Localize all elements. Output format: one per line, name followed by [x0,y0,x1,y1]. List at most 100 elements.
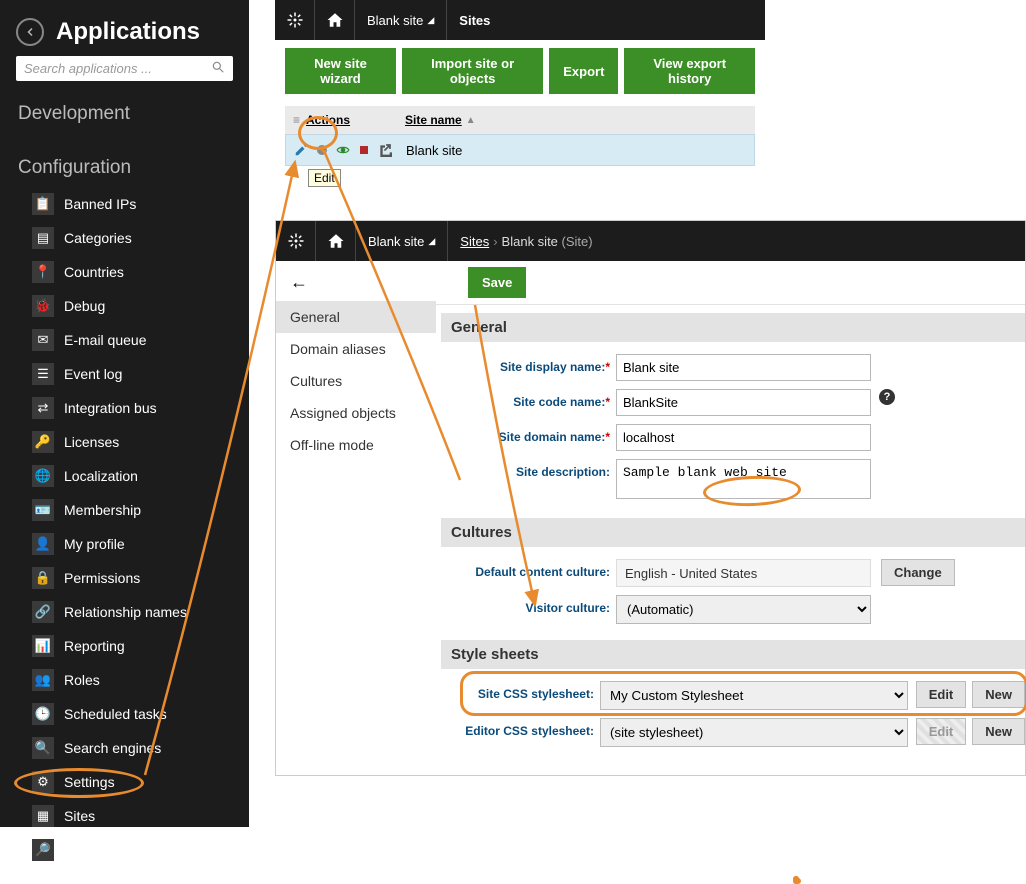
sidebar-item-localization[interactable]: 🌐Localization [0,459,249,493]
search-input-wrap[interactable] [16,56,233,81]
section-stylesheets: Style sheets [441,640,1025,669]
lbl-editor-css: Editor CSS stylesheet: [465,724,594,738]
inp-code-name[interactable] [616,389,871,416]
sidebar-item-relationship-names[interactable]: 🔗Relationship names [0,595,249,629]
export-button[interactable]: Export [549,48,618,94]
col-sitename[interactable]: Site name [405,113,462,127]
nav-icon: ▦ [32,805,54,827]
sidebar-item-roles[interactable]: 👥Roles [0,663,249,697]
sidebar-item-settings[interactable]: ⚙Settings [0,765,249,799]
sidebar-item-label: Permissions [64,570,140,586]
edit-icon[interactable] [294,143,308,157]
hamburger-icon[interactable]: ≡ [293,113,300,127]
sidebar-item-label: Banned IPs [64,196,136,212]
logo-icon[interactable] [276,221,316,261]
new-editor-css-button[interactable]: New [972,718,1025,745]
new-site-wizard-button[interactable]: New site wizard [285,48,396,94]
sidebar-item-banned-ips[interactable]: 📋 Banned IPs [0,187,249,221]
home-icon[interactable] [315,0,355,40]
nav-icon: 📋 [32,193,54,215]
nav-icon: 🌐 [32,465,54,487]
sidebar-category-config: Configuration [0,149,249,187]
nav-icon: ☰ [32,363,54,385]
export-icon[interactable] [378,143,392,157]
sidebar-item-e-mail-queue[interactable]: ✉E-mail queue [0,323,249,357]
nav-icon: 🔑 [32,431,54,453]
section-cultures: Cultures [441,518,1025,547]
site-selector[interactable]: Blank site◢ [356,221,448,261]
tab-assigned-objects[interactable]: Assigned objects [276,397,436,429]
tab-cultures[interactable]: Cultures [276,365,436,397]
back-button[interactable] [16,18,44,46]
sidebar-item-my-profile[interactable]: 👤My profile [0,527,249,561]
breadcrumb-sites-link[interactable]: Sites [460,234,489,249]
sidebar-item-smart-search[interactable]: 🔎Smart search [0,833,249,867]
site-edit-panel: Blank site◢ Sites › Blank site (Site) ← … [275,220,1026,776]
highlight-css-box [795,878,801,884]
import-button[interactable]: Import site or objects [402,48,543,94]
sidebar-item-label: Event log [64,366,122,382]
chevron-right-icon: › [493,234,497,249]
sidebar-item-integration-bus[interactable]: ⇄Integration bus [0,391,249,425]
lbl-code-name: Site code name: [513,395,605,409]
sidebar-item-label: Membership [64,502,141,518]
nav-icon: 🐞 [32,295,54,317]
edit-css-button[interactable]: Edit [916,681,967,708]
export-history-button[interactable]: View export history [624,48,755,94]
sidebar-item-membership[interactable]: 🪪Membership [0,493,249,527]
tab-general[interactable]: General [276,301,436,333]
nav-icon: ▤ [32,227,54,249]
lbl-default-culture: Default content culture: [475,565,610,579]
delete-icon[interactable] [316,144,328,156]
inp-display-name[interactable] [616,354,871,381]
back-arrow[interactable]: ← [290,272,328,293]
logo-icon[interactable] [275,0,315,40]
nav-icon: 🕒 [32,703,54,725]
sidebar-category-dev: Development [0,95,249,133]
sel-site-css[interactable]: My Custom Stylesheet [600,681,908,710]
sidebar-item-permissions[interactable]: 🔒Permissions [0,561,249,595]
table-row: Blank site Edit [285,134,755,166]
search-input[interactable] [24,61,211,76]
lbl-visitor-culture: Visitor culture: [526,601,610,615]
stop-icon[interactable] [358,144,370,156]
sidebar-item-label: Debug [64,298,105,314]
lbl-domain: Site domain name: [499,430,606,444]
info-icon[interactable]: ? [879,389,895,405]
sort-asc-icon: ▲ [466,115,476,126]
tab-domain-aliases[interactable]: Domain aliases [276,333,436,365]
sidebar-item-label: Search engines [64,740,161,756]
sidebar-item-categories[interactable]: ▤Categories [0,221,249,255]
sidebar-item-countries[interactable]: 📍Countries [0,255,249,289]
edit-editor-css-button: Edit [916,718,967,745]
lbl-site-css: Site CSS stylesheet: [478,687,594,701]
new-css-button[interactable]: New [972,681,1025,708]
inp-description[interactable] [616,459,871,499]
save-button[interactable]: Save [468,267,526,298]
nav-icon: ✉ [32,329,54,351]
eye-icon[interactable] [336,143,350,157]
sidebar-item-scheduled-tasks[interactable]: 🕒Scheduled tasks [0,697,249,731]
sel-visitor-culture[interactable]: (Automatic) [616,595,871,624]
col-actions[interactable]: Actions [306,113,350,127]
sidebar-item-sites[interactable]: ▦ Sites [0,799,249,833]
inp-domain[interactable] [616,424,871,451]
change-button[interactable]: Change [881,559,955,586]
home-icon[interactable] [316,221,356,261]
search-icon [211,60,225,77]
breadcrumb-current: Blank site [502,234,558,249]
sidebar-item-debug[interactable]: 🐞 Debug [0,289,249,323]
sidebar-item-licenses[interactable]: 🔑 Licenses [0,425,249,459]
sel-editor-css[interactable]: (site stylesheet) [600,718,908,747]
sidebar-item-label: Smart search [64,842,147,858]
sidebar-item-label: Settings [64,774,115,790]
sidebar-item-label: Sites [64,808,95,824]
sites-list-panel: Blank site◢ Sites New site wizard Import… [275,0,765,166]
sidebar-item-reporting[interactable]: 📊Reporting [0,629,249,663]
sidebar-item-search-engines[interactable]: 🔍 Search engines [0,731,249,765]
sidebar-item-label: Licenses [64,434,119,450]
tab-off-line-mode[interactable]: Off-line mode [276,429,436,461]
sidebar-item-event-log[interactable]: ☰ Event log [0,357,249,391]
nav-icon: 🔍 [32,737,54,759]
site-selector[interactable]: Blank site◢ [355,0,447,40]
